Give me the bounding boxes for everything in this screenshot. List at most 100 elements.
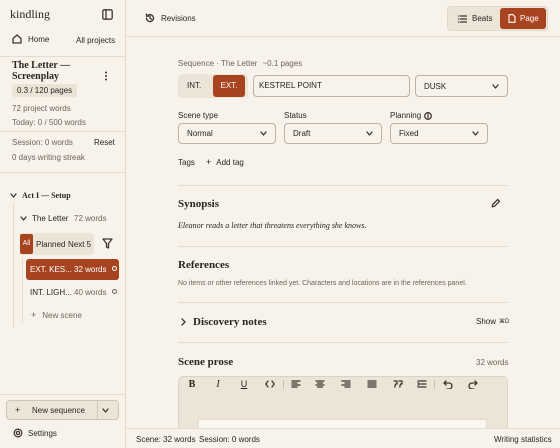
synopsis-text: Eleanor reads a letter that threatens ev… — [178, 221, 367, 230]
location-input[interactable]: KESTREL POINT — [253, 75, 410, 97]
status-value: Draft — [293, 129, 311, 138]
sequence-item-words: 40 words — [74, 288, 107, 297]
divider — [178, 302, 508, 303]
align-center-icon[interactable] — [310, 377, 330, 391]
writing-streak: 0 days writing streak — [12, 153, 85, 162]
discovery-notes-heading: Discovery notes — [193, 316, 267, 328]
scene-prose-heading: Scene prose — [178, 356, 234, 368]
filter-next[interactable]: Next 5 — [68, 240, 91, 249]
info-icon[interactable] — [424, 111, 433, 120]
filter-icon[interactable] — [102, 238, 113, 249]
align-justify-icon[interactable] — [362, 377, 382, 391]
settings-link[interactable]: Settings — [13, 428, 57, 438]
revisions-label: Revisions — [161, 13, 196, 23]
bold-icon[interactable]: B — [182, 377, 202, 391]
settings-label: Settings — [28, 428, 57, 438]
act-header[interactable]: Act I — Setup — [10, 191, 71, 200]
beats-label: Beats — [472, 14, 493, 23]
scene-group-label: The Letter — [32, 214, 69, 223]
plus-icon: + — [31, 310, 37, 320]
home-icon — [12, 34, 22, 44]
status-select[interactable]: Draft — [284, 123, 382, 144]
chevron-down-icon[interactable] — [102, 407, 109, 414]
undo-icon[interactable] — [438, 377, 458, 391]
planning-select[interactable]: Fixed — [390, 123, 488, 144]
sequence-item-words: 32 words — [74, 265, 107, 274]
show-notes-button[interactable]: Show ⌘D — [476, 317, 509, 326]
sequence-item[interactable]: INT. LIGH... 40 words — [26, 283, 119, 304]
add-tag-button[interactable]: + Add tag — [206, 157, 244, 167]
sequence-item-label: INT. LIGH... — [30, 288, 72, 297]
toolbar-divider — [434, 380, 435, 389]
pages-estimate: ~0.1 pages — [262, 59, 303, 68]
add-tag-label: Add tag — [216, 157, 244, 167]
tree-line — [22, 258, 23, 322]
page-tab[interactable]: Page — [500, 8, 546, 29]
page-label: Page — [520, 14, 539, 23]
indent-icon[interactable] — [412, 377, 432, 391]
ext-button[interactable]: EXT. — [213, 75, 245, 97]
breadcrumb-sequence: Sequence · The Letter — [178, 59, 258, 68]
code-icon[interactable] — [260, 377, 280, 391]
planning-value: Fixed — [399, 129, 419, 138]
divider — [0, 172, 125, 173]
divider — [178, 342, 508, 343]
tags-label: Tags — [178, 158, 195, 167]
align-left-icon[interactable] — [286, 377, 306, 391]
divider — [0, 56, 125, 57]
toolbar-divider — [283, 380, 284, 389]
new-scene-button[interactable]: + New scene — [31, 310, 82, 320]
pages-badge: 0.3 / 120 pages — [12, 84, 78, 97]
scene-type-label: Scene type — [178, 111, 219, 120]
sequence-item[interactable]: EXT. KES... 32 words — [26, 259, 119, 280]
chevron-down-icon — [10, 192, 17, 199]
planning-label-row: Planning — [390, 111, 433, 120]
divider — [178, 185, 508, 186]
filter-planned[interactable]: Planned — [36, 240, 65, 249]
more-options-icon[interactable] — [104, 71, 108, 81]
references-text: No items or other references linked yet.… — [178, 280, 467, 287]
italic-icon[interactable]: I — [208, 377, 228, 391]
scene-word-count: Scene: 32 words — [136, 435, 196, 444]
keyboard-shortcut-icon: ⌘D — [499, 319, 510, 325]
time-of-day-value: DUSK — [424, 81, 447, 91]
breadcrumb: Sequence · The Letter ~0.1 pages — [178, 59, 302, 68]
align-right-icon[interactable] — [336, 377, 356, 391]
int-button[interactable]: INT. — [187, 81, 201, 90]
status-label: Status — [284, 111, 307, 120]
scene-prose-words: 32 words — [476, 358, 509, 367]
scene-type-select[interactable]: Normal — [178, 123, 276, 144]
divider — [0, 394, 125, 395]
tree-line — [13, 202, 14, 328]
today-words: Today: 0 / 500 words — [12, 118, 86, 127]
time-of-day-select[interactable]: DUSK — [415, 75, 508, 97]
act-label: Act I — Setup — [22, 191, 71, 200]
home-label: Home — [28, 34, 50, 44]
redo-icon[interactable] — [463, 377, 483, 391]
discovery-notes-toggle[interactable]: Discovery notes — [180, 316, 267, 328]
status-dot-icon — [112, 266, 117, 271]
revisions-button[interactable]: Revisions — [145, 13, 196, 23]
scene-group[interactable]: The Letter — [20, 214, 68, 223]
history-icon — [145, 13, 155, 23]
writing-statistics-link[interactable]: Writing statistics — [494, 435, 552, 444]
filter-all[interactable]: All — [20, 234, 33, 254]
beats-tab[interactable]: Beats — [458, 14, 492, 23]
edit-pencil-icon[interactable] — [491, 198, 501, 208]
quote-icon[interactable] — [388, 377, 408, 391]
chevron-right-icon — [180, 318, 187, 326]
project-title: The Letter — Screenplay — [12, 60, 71, 82]
status-dot-icon — [112, 289, 117, 294]
list-icon — [458, 14, 467, 23]
collapse-sidebar-icon[interactable] — [102, 9, 113, 20]
new-sequence-label: New sequence — [32, 406, 85, 415]
underline-icon[interactable]: U — [234, 377, 254, 391]
app-logo: kindling — [10, 7, 51, 21]
home-link[interactable]: Home — [12, 34, 49, 44]
synopsis-heading: Synopsis — [178, 198, 219, 210]
session-words: Session: 0 words — [12, 138, 73, 147]
scene-type-value: Normal — [187, 129, 213, 138]
all-projects-link[interactable]: All projects — [76, 36, 115, 45]
page-icon — [508, 14, 516, 23]
reset-button[interactable]: Reset — [94, 138, 115, 147]
